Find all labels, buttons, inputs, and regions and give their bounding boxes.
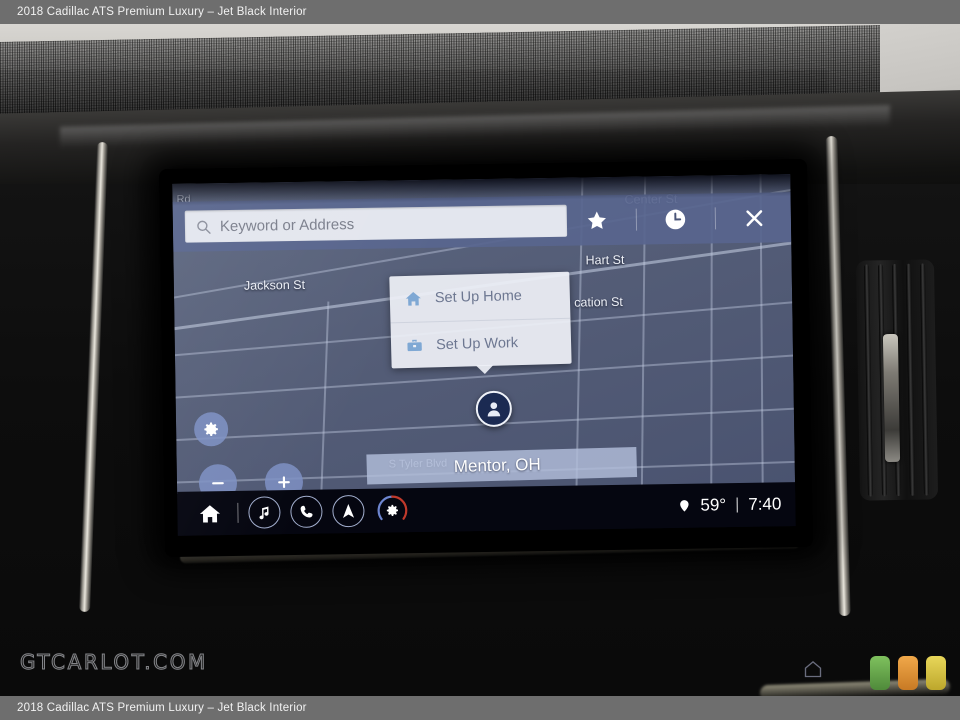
set-up-home-row[interactable]: Set Up Home [389, 272, 570, 323]
gear-icon [204, 422, 218, 437]
city-banner: Mentor, OH [366, 446, 638, 485]
clock-value: 7:40 [748, 494, 782, 514]
map-street-label: Jackson St [243, 277, 306, 293]
swatch-green[interactable] [870, 656, 890, 690]
search-input[interactable]: Keyword or Address [184, 204, 568, 243]
taskbar-icons [191, 488, 678, 532]
taskbar-phone-button[interactable] [290, 495, 323, 529]
taskbar-settings-button[interactable] [374, 492, 411, 529]
search-placeholder-text: Keyword or Address [219, 215, 355, 235]
briefcase-icon [407, 339, 422, 351]
icon-divider [714, 207, 716, 230]
search-icon [197, 220, 211, 234]
dash-home-button[interactable] [795, 654, 831, 684]
home-icon [804, 661, 822, 678]
top-caption-bar: 2018 Cadillac ATS Premium Luxury – Jet B… [0, 0, 960, 24]
bottom-caption-text: 2018 Cadillac ATS Premium Luxury – Jet B… [17, 702, 307, 714]
taskbar-status: 59° | 7:40 [677, 494, 782, 516]
vent-slat [905, 263, 916, 496]
favorites-star-icon [588, 211, 607, 229]
phone-icon [300, 505, 313, 518]
map-road [320, 301, 329, 494]
set-up-work-row[interactable]: Set Up Work [390, 317, 572, 369]
bottom-caption-bar: 2018 Cadillac ATS Premium Luxury – Jet B… [0, 696, 960, 720]
media-note-icon [259, 506, 269, 519]
home-icon [405, 292, 421, 306]
taskbar-home-button[interactable] [191, 495, 228, 532]
taskbar-media-button[interactable] [248, 496, 281, 529]
top-caption-text: 2018 Cadillac ATS Premium Luxury – Jet B… [17, 6, 307, 18]
recent-clock-icon [666, 209, 686, 229]
site-watermark: GTCARLOT.COM [20, 650, 208, 675]
map-settings-button[interactable] [193, 412, 229, 447]
location-pin-icon [680, 500, 689, 512]
vent-direction-slider[interactable] [882, 333, 901, 463]
navigation-arrow-icon [342, 503, 355, 518]
swatch-yellow[interactable] [926, 656, 946, 690]
set-up-work-label: Set Up Work [435, 334, 519, 353]
recent-destinations-button[interactable] [654, 199, 699, 240]
vehicle-interior-photo: Rd Jackson St Center St Hart St cation S… [0, 24, 960, 696]
close-button[interactable] [732, 197, 777, 238]
status-separator: | [734, 496, 740, 514]
taskbar-divider [237, 502, 239, 523]
icon-divider [635, 208, 638, 231]
set-up-home-label: Set Up Home [434, 287, 523, 307]
infotainment-screen[interactable]: Rd Jackson St Center St Hart St cation S… [172, 174, 796, 536]
city-label: Mentor, OH [453, 454, 541, 477]
home-icon [199, 504, 220, 523]
vent-slat [863, 264, 874, 497]
settings-gear-icon [377, 495, 408, 521]
temperature-value: 59° [700, 495, 727, 515]
card-pointer [475, 364, 494, 375]
search-bar-row[interactable]: Keyword or Address [172, 192, 792, 252]
map-street-label: cation St [574, 294, 623, 310]
swatch-orange[interactable] [898, 656, 918, 690]
favorites-button[interactable] [575, 200, 620, 241]
zoom-out-button[interactable] [198, 463, 238, 494]
setup-destinations-card[interactable]: Set Up Home Set Up Work [389, 271, 572, 375]
search-action-icons [567, 197, 786, 240]
taskbar-navigation-button[interactable] [332, 494, 365, 528]
map-street-label: Hart St [585, 252, 625, 268]
vent-slat [919, 263, 930, 496]
screenshot-root: 2018 Cadillac ATS Premium Luxury – Jet B… [0, 0, 960, 720]
close-icon [746, 209, 763, 226]
person-icon [487, 402, 501, 417]
color-swatches [870, 656, 946, 690]
